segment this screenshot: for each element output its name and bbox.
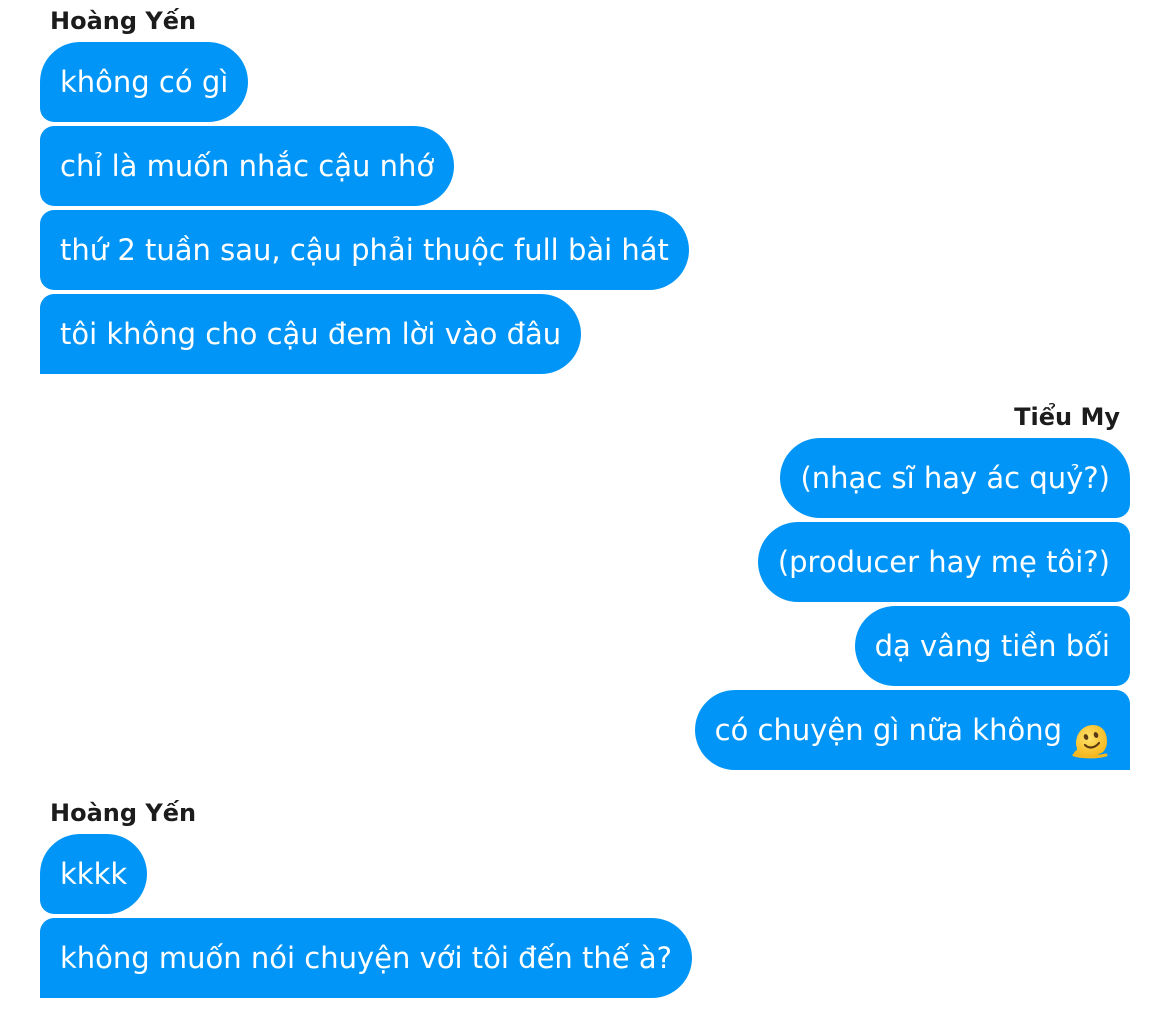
- sender-name: Hoàng Yến: [50, 7, 197, 35]
- message-bubble[interactable]: không muốn nói chuyện với tôi đến thế à?: [40, 918, 692, 998]
- melting-face-icon: [1072, 710, 1110, 759]
- message-bubble[interactable]: thứ 2 tuần sau, cậu phải thuộc full bài …: [40, 210, 689, 290]
- message-bubble[interactable]: tôi không cho cậu đem lời vào đâu: [40, 294, 582, 374]
- message-group-tieu-my: Tiểu My (nhạc sĩ hay ác quỷ?) (producer …: [40, 403, 1130, 770]
- message-bubble[interactable]: kkkk: [40, 834, 148, 914]
- message-bubble[interactable]: không có gì: [40, 42, 249, 122]
- message-list: không có gì chỉ là muốn nhắc cậu nhớ thứ…: [40, 42, 1130, 374]
- chat-thread: Hoàng Yến không có gì chỉ là muốn nhắc c…: [0, 0, 1170, 1019]
- message-bubble[interactable]: (producer hay mẹ tôi?): [757, 522, 1130, 602]
- message-list: kkkk không muốn nói chuyện với tôi đến t…: [40, 834, 1130, 998]
- message-bubble[interactable]: có chuyện gì nữa không: [694, 690, 1130, 770]
- sender-name: Hoàng Yến: [50, 799, 197, 827]
- message-bubble[interactable]: (nhạc sĩ hay ác quỷ?): [780, 438, 1130, 518]
- message-bubble[interactable]: dạ vâng tiền bối: [854, 606, 1130, 686]
- message-text: có chuyện gì nữa không: [714, 713, 1062, 747]
- sender-name: Tiểu My: [1014, 403, 1120, 431]
- message-group-hoang-yen: Hoàng Yến không có gì chỉ là muốn nhắc c…: [40, 7, 1130, 374]
- message-group-hoang-yen-2: Hoàng Yến kkkk không muốn nói chuyện với…: [40, 799, 1130, 998]
- message-list: (nhạc sĩ hay ác quỷ?) (producer hay mẹ t…: [40, 438, 1130, 770]
- message-bubble[interactable]: chỉ là muốn nhắc cậu nhớ: [40, 126, 455, 206]
